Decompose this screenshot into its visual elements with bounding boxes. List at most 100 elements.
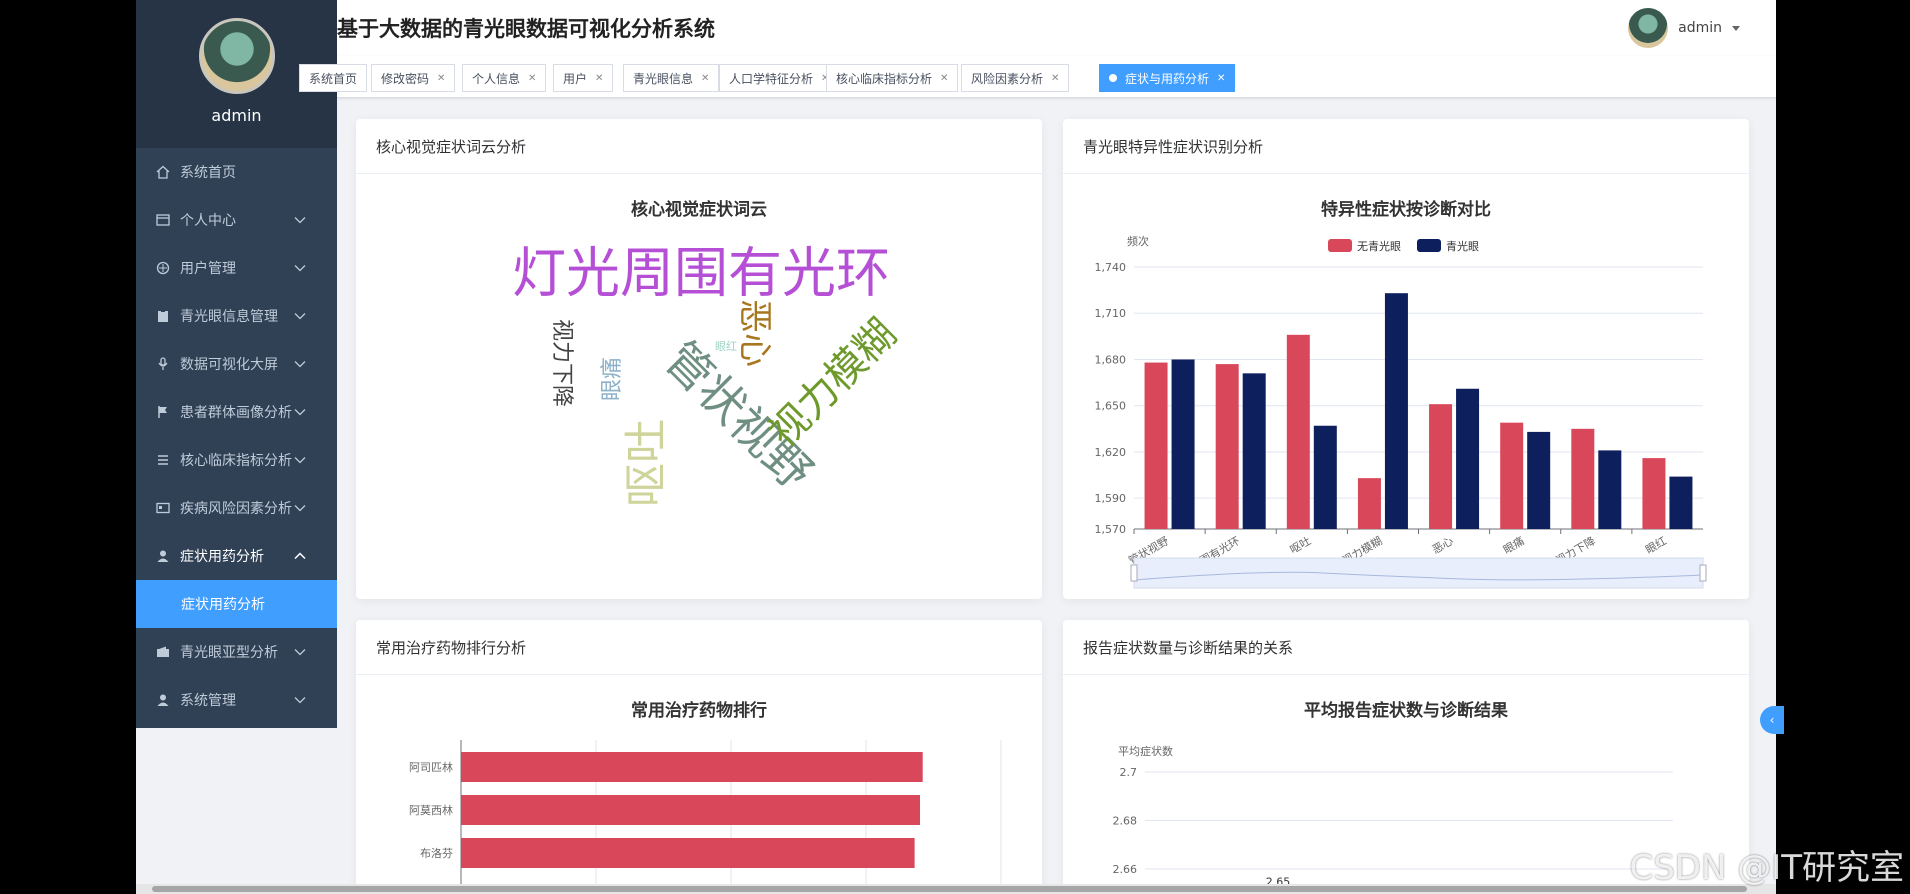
flag-icon (154, 403, 172, 421)
chevron-down-icon[interactable] (293, 357, 307, 371)
scrollbar-thumb[interactable] (152, 886, 1747, 892)
sidebar-item-label: 系统管理 (180, 693, 236, 709)
sidebar-item[interactable]: 用户管理 (136, 244, 337, 292)
bar (1429, 404, 1453, 529)
card-heading: 报告症状数量与诊断结果的关系 (1063, 620, 1749, 675)
tab-label: 人口学特征分析 (729, 71, 814, 86)
user-menu[interactable]: admin (1628, 8, 1740, 48)
page-title: 基于大数据的青光眼数据可视化分析系统 (337, 17, 715, 41)
card-heading: 青光眼特异性症状识别分析 (1063, 119, 1749, 174)
y-tick-label: 1,620 (1095, 446, 1127, 459)
word-label: 恶心 (735, 299, 775, 367)
bar (1144, 362, 1168, 529)
word-label: 眼红 (715, 340, 737, 353)
chevron-left-icon[interactable]: ‹ (1760, 706, 1784, 734)
sidebar-item-label: 青光眼信息管理 (180, 309, 278, 325)
close-icon[interactable]: ✕ (940, 73, 948, 84)
tab-label: 青光眼信息 (633, 71, 694, 86)
sidebar-item-label: 个人中心 (180, 213, 236, 229)
word-label: 视力模糊 (760, 311, 906, 457)
tags-view: 系统首页修改密码✕个人信息✕用户✕青光眼信息✕人口学特征分析✕核心临床指标分析✕… (299, 56, 1776, 98)
tab[interactable]: 风险因素分析 ✕ (961, 64, 1070, 92)
sidebar-item-label: 系统首页 (180, 165, 236, 181)
bar (1384, 293, 1408, 529)
tab[interactable]: 修改密码 ✕ (371, 64, 456, 92)
chevron-down-icon[interactable] (293, 501, 307, 515)
y-tick-label: 2.7 (1120, 766, 1138, 779)
chevron-down-icon[interactable] (293, 261, 307, 275)
tab[interactable]: 个人信息 ✕ (462, 64, 547, 92)
chart-title: 核心视觉症状词云 (631, 199, 767, 220)
legend-swatch (1417, 239, 1441, 252)
avatar[interactable] (198, 18, 275, 94)
sidebar-item[interactable]: 症状用药分析 (136, 532, 337, 580)
tab[interactable]: 人口学特征分析✕ (719, 64, 840, 92)
close-icon[interactable]: ✕ (595, 73, 603, 84)
x-tick-label: 眼痛 (1501, 533, 1527, 556)
y-tick-label: 2.68 (1113, 815, 1138, 828)
sidebar-item-label: 疾病风险因素分析 (180, 501, 292, 517)
sidebar-item[interactable]: 数据可视化大屏 (136, 340, 337, 388)
tab[interactable]: 核心临床指标分析 ✕ (826, 64, 959, 92)
y-tick-label: 布洛芬 (420, 846, 453, 860)
bar (1286, 334, 1310, 529)
close-icon[interactable]: ✕ (528, 73, 536, 84)
word-label: 灯光周围有光环 (512, 242, 890, 305)
card-heading: 核心视觉症状词云分析 (356, 119, 1042, 174)
card-heading: 常用治疗药物排行分析 (356, 620, 1042, 675)
sidebar-subitem-active[interactable]: 症状用药分析 (136, 580, 337, 628)
avatar[interactable] (1628, 8, 1669, 48)
tab[interactable]: 用户 ✕ (553, 64, 614, 92)
sidebar-item[interactable]: 疾病风险因素分析 (136, 484, 337, 532)
caret-down-icon[interactable] (1732, 25, 1740, 31)
sidebar-item[interactable]: 青光眼亚型分析 (136, 628, 337, 676)
tab-label: 个人信息 (472, 71, 521, 86)
chevron-down-icon[interactable] (293, 693, 307, 707)
chevron-down-icon[interactable] (293, 213, 307, 227)
word-label: 呕吐 (621, 419, 672, 507)
y-tick-label: 1,650 (1095, 400, 1127, 413)
close-icon[interactable]: ✕ (701, 73, 709, 84)
close-icon[interactable]: ✕ (1217, 73, 1225, 84)
user-icon (154, 691, 172, 709)
sidebar-item[interactable]: 系统首页 (136, 148, 337, 196)
sidebar-item-label: 症状用药分析 (180, 549, 264, 565)
bar (1642, 458, 1666, 529)
bar (1171, 359, 1195, 529)
chevron-down-icon[interactable] (293, 405, 307, 419)
header: 基于大数据的青光眼数据可视化分析系统 admin (337, 0, 1776, 56)
sidebar-item[interactable]: 青光眼信息管理 (136, 292, 337, 340)
tab-active[interactable]: 症状与用药分析 ✕ (1099, 64, 1236, 92)
y-tick-label: 阿莫西林 (409, 803, 453, 817)
tab-label: 用户 (563, 71, 588, 86)
grouped-bar-chart: 特异性症状按诊断对比频次 无青光眼 青光眼 1,570 1,590 1,620 1,650 1… (1095, 199, 1707, 589)
close-icon[interactable]: ✕ (437, 73, 445, 84)
submenu: 症状用药分析 (136, 580, 337, 628)
chevron-up-icon[interactable] (293, 549, 307, 563)
tab-label: 修改密码 (381, 71, 430, 86)
user-name[interactable]: admin (1678, 20, 1722, 36)
user-icon (154, 547, 172, 565)
sidebar-item[interactable]: 系统管理 (136, 676, 337, 724)
tab[interactable]: 青光眼信息 ✕ (623, 64, 720, 92)
compass-icon (154, 259, 172, 277)
chevron-down-icon[interactable] (293, 309, 307, 323)
close-icon[interactable]: ✕ (1051, 73, 1059, 84)
sidebar-item[interactable]: 个人中心 (136, 196, 337, 244)
sidebar-item[interactable]: 核心临床指标分析 (136, 436, 337, 484)
sidebar-menu: 系统首页个人中心用户管理青光眼信息管理数据可视化大屏 患者群体画像分析 核心临床指标… (136, 148, 337, 724)
chevron-down-icon[interactable] (293, 645, 307, 659)
sidebar-item-label: 用户管理 (180, 261, 236, 277)
datazoom-slider (1133, 557, 1704, 589)
tab-label: 症状与用药分析 (1125, 71, 1210, 86)
chevron-down-icon[interactable] (293, 453, 307, 467)
bar (1357, 478, 1381, 529)
bar (1500, 422, 1524, 529)
horizontal-scrollbar[interactable] (136, 884, 1776, 894)
wallet-icon (154, 643, 172, 661)
bar (1313, 425, 1337, 529)
x-tick-label: 恶心 (1430, 534, 1456, 556)
tab[interactable]: 系统首页 (299, 64, 368, 92)
sidebar-item[interactable]: 患者群体画像分析 (136, 388, 337, 436)
microphone-icon (154, 355, 172, 373)
